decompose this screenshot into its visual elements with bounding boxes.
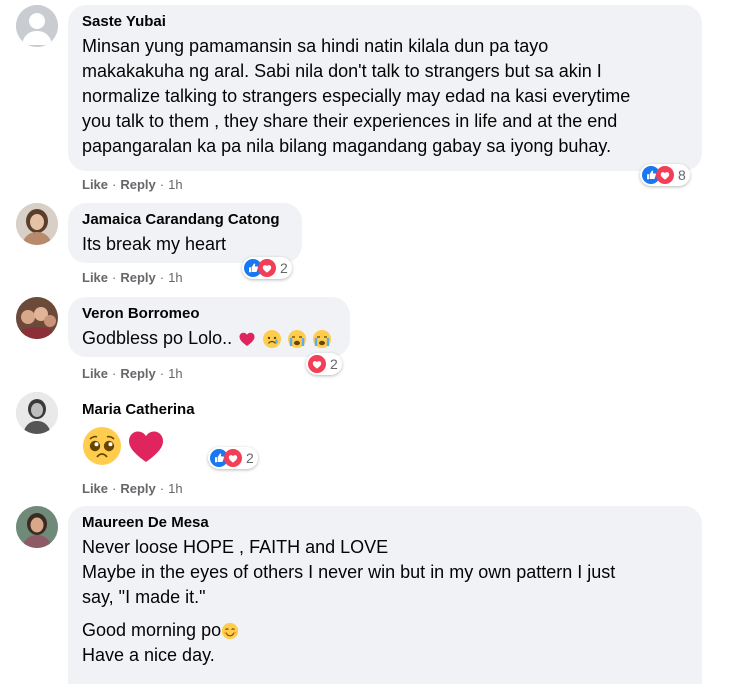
reaction-summary[interactable]: 8 — [640, 164, 690, 186]
love-reaction-icon — [656, 166, 674, 184]
comment-bubble: Veron Borromeo Godbless po Lolo.. — [68, 297, 350, 357]
sad-face-emoji-icon — [263, 330, 282, 349]
like-link[interactable]: Like — [82, 481, 108, 496]
reaction-summary[interactable]: 2 — [306, 353, 342, 375]
pleading-face-emoji-icon — [83, 427, 121, 465]
comment-bubble: Saste Yubai Minsan yung pamamansin sa hi… — [68, 5, 702, 171]
reaction-count: 2 — [330, 356, 338, 372]
timestamp[interactable]: 1h — [168, 270, 182, 285]
commenter-name[interactable]: Saste Yubai — [82, 12, 688, 32]
profile-photo — [16, 297, 58, 339]
comment-bubble: Maureen De Mesa Never loose HOPE , FAITH… — [68, 506, 702, 684]
like-link[interactable]: Like — [82, 366, 108, 381]
love-reaction-icon — [224, 449, 242, 467]
comment-text: Its break my heart — [82, 234, 227, 254]
red-heart-emoji-icon — [239, 333, 255, 347]
profile-photo — [16, 203, 58, 245]
emoji-only-comment — [82, 426, 166, 468]
commenter-name[interactable]: Veron Borromeo — [82, 304, 336, 324]
reply-link[interactable]: Reply — [120, 366, 155, 381]
smiling-face-emoji-icon — [221, 623, 239, 640]
comment-bubble: Jamaica Carandang Catong Its break my he… — [68, 203, 302, 263]
crying-face-emoji-icon — [313, 330, 332, 349]
profile-photo — [16, 506, 58, 548]
timestamp[interactable]: 1h — [168, 177, 182, 192]
commenter-name[interactable]: Maureen De Mesa — [82, 513, 688, 533]
avatar[interactable] — [16, 5, 58, 47]
reply-link[interactable]: Reply — [120, 270, 155, 285]
reaction-summary[interactable]: 2 — [242, 257, 292, 279]
avatar[interactable] — [16, 506, 58, 548]
default-avatar-icon — [16, 5, 58, 47]
love-reaction-icon — [258, 259, 276, 277]
avatar[interactable] — [16, 297, 58, 339]
commenter-name[interactable]: Jamaica Carandang Catong — [82, 210, 288, 230]
comment-text: Minsan yung pamamansin sa hindi natin ki… — [82, 36, 631, 156]
like-link[interactable]: Like — [82, 177, 108, 192]
love-reaction-icon — [308, 355, 326, 373]
like-link[interactable]: Like — [82, 270, 108, 285]
avatar[interactable] — [16, 203, 58, 245]
comment-text: Godbless po Lolo.. — [82, 326, 336, 351]
reaction-count: 2 — [280, 260, 288, 276]
timestamp[interactable]: 1h — [168, 366, 182, 381]
comment-actions: Like · Reply · 1h — [82, 270, 183, 285]
comment-actions: Like · Reply · 1h — [82, 177, 183, 192]
comment-actions: Like · Reply · 1h — [82, 366, 183, 381]
commenter-name-wrap: Maria Catherina — [82, 400, 195, 422]
comment-text: Never loose HOPE , FAITH and LOVE Maybe … — [82, 537, 616, 665]
reply-link[interactable]: Reply — [120, 177, 155, 192]
reaction-count: 2 — [246, 450, 254, 466]
reaction-count: 8 — [678, 167, 686, 183]
crying-face-emoji-icon — [288, 330, 307, 349]
reaction-summary[interactable]: 2 — [208, 447, 258, 469]
reply-link[interactable]: Reply — [120, 481, 155, 496]
profile-photo — [16, 392, 58, 434]
commenter-name[interactable]: Maria Catherina — [82, 400, 195, 420]
comment-actions: Like · Reply · 1h — [82, 481, 183, 496]
timestamp[interactable]: 1h — [168, 481, 182, 496]
red-heart-emoji-icon — [129, 431, 164, 462]
avatar[interactable] — [16, 392, 58, 434]
